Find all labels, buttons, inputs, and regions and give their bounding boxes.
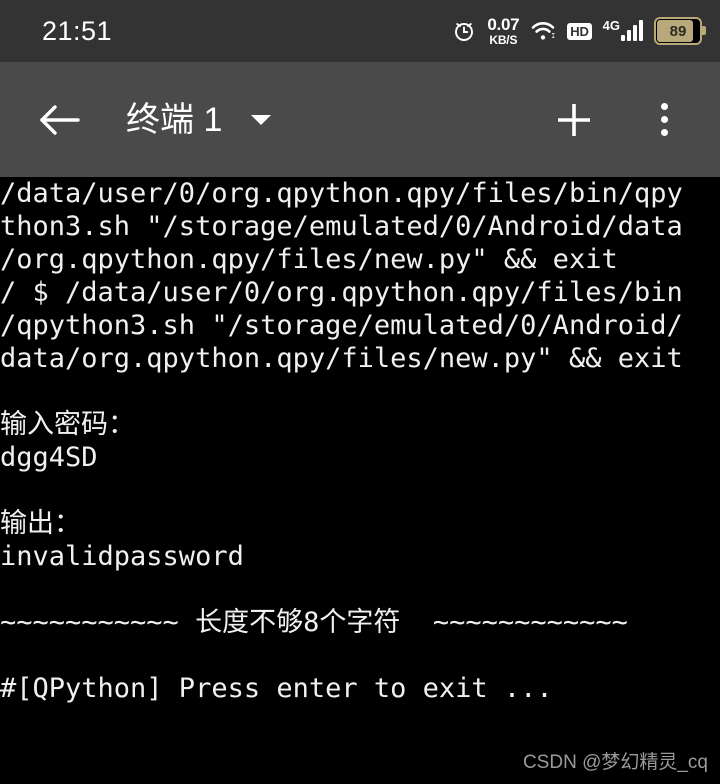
- network-speed-value: 0.07: [487, 15, 520, 34]
- overflow-menu-button[interactable]: [642, 92, 686, 148]
- network-speed-indicator: 0.07 KB/S: [487, 16, 519, 46]
- terminal-line: 输入密码：: [0, 409, 135, 440]
- hd-voice-icon: HD: [567, 22, 592, 40]
- terminal-line: #[QPython] Press enter to exit ...: [0, 673, 553, 704]
- terminal-line: invalidpassword: [0, 541, 244, 572]
- terminal-line: /qpython3.sh "/storage/emulated/0/Androi…: [0, 310, 683, 341]
- alarm-clock-icon: [452, 19, 476, 43]
- back-arrow-icon: [40, 104, 80, 135]
- network-type-label: 4G: [602, 18, 620, 33]
- wifi-icon: [530, 20, 556, 42]
- app-toolbar: 终端 1: [0, 62, 720, 177]
- status-bar: 21:51 0.07 KB/S HD 4G 89: [0, 0, 720, 62]
- terminal-output: /data/user/0/org.qpython.qpy/files/bin/q…: [0, 177, 720, 705]
- signal-bar-group: [621, 20, 643, 41]
- terminal-line: data/org.qpython.qpy/files/new.py" && ex…: [0, 343, 683, 374]
- terminal-line: 输出：: [0, 508, 81, 539]
- terminal-session-title: 终端 1: [126, 100, 223, 139]
- plus-icon: [558, 103, 590, 136]
- back-button[interactable]: [30, 91, 88, 149]
- overflow-dot-3: [660, 129, 668, 136]
- overflow-dot-1: [660, 103, 668, 110]
- signal-bars-icon: 4G: [602, 18, 643, 41]
- terminal-line: /data/user/0/org.qpython.qpy/files/bin/q…: [0, 178, 683, 209]
- status-bar-icon-group: 0.07 KB/S HD 4G 89: [452, 16, 706, 46]
- terminal-screen[interactable]: /data/user/0/org.qpython.qpy/files/bin/q…: [0, 177, 720, 784]
- terminal-line: thon3.sh "/storage/emulated/0/Android/da…: [0, 211, 683, 242]
- add-session-button[interactable]: [546, 92, 602, 148]
- terminal-line: / $ /data/user/0/org.qpython.qpy/files/b…: [0, 277, 683, 308]
- terminal-line: ~~~~~~~~~~~ 长度不够8个字符 ~~~~~~~~~~~~: [0, 607, 628, 638]
- status-bar-clock: 21:51: [42, 15, 113, 46]
- network-speed-unit: KB/S: [489, 33, 518, 47]
- battery-level-label: 89: [669, 22, 687, 40]
- battery-icon: 89: [654, 17, 706, 45]
- terminal-line: /org.qpython.qpy/files/new.py" && exit: [0, 244, 618, 275]
- overflow-dot-2: [660, 116, 668, 123]
- chevron-down-icon[interactable]: [248, 107, 274, 133]
- terminal-line: dgg4SD: [0, 442, 98, 473]
- csdn-watermark: CSDN @梦幻精灵_cq: [522, 752, 708, 773]
